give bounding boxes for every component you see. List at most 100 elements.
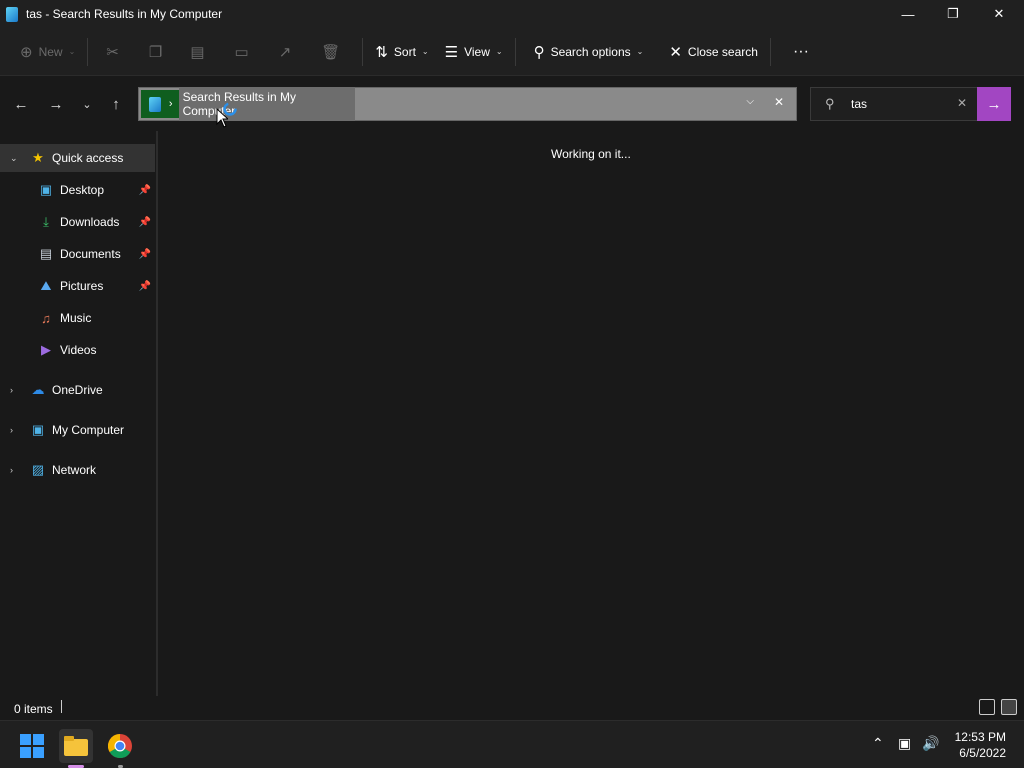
sidebar-item-label: Documents — [60, 247, 121, 261]
sidebar-item-desktop[interactable]: ▣ Desktop 📌 — [0, 176, 155, 204]
sort-button[interactable]: ⇅ Sort ⌄ — [367, 36, 436, 68]
document-icon: ▤ — [39, 246, 53, 261]
scissors-icon: ✂ — [106, 43, 119, 61]
system-clock[interactable]: 12:53 PM 6/5/2022 — [955, 729, 1006, 761]
command-bar: ⊕ New ⌄ ✂ ❐ ▤ ▭ ↗ 🗑 ⇅ Sort ⌄ ☰ View ⌄ ⚲ … — [0, 28, 1024, 76]
details-view-icon[interactable] — [979, 699, 995, 715]
network-status-icon[interactable]: ▣ — [898, 735, 911, 752]
sidebar-item-pictures[interactable]: ⛰ Pictures 📌 — [0, 272, 155, 300]
sidebar-item-my-computer[interactable]: › ▣ My Computer — [0, 416, 155, 444]
loading-message: Working on it... — [551, 147, 631, 161]
download-icon: ⤓ — [43, 214, 49, 229]
chevron-right-icon: › — [168, 98, 173, 110]
close-search-button[interactable]: ✕ Close search — [661, 36, 766, 68]
sidebar-item-quick-access[interactable]: ⌄ ★ Quick access — [0, 144, 155, 172]
chevron-down-icon[interactable]: ⌄ — [10, 153, 18, 164]
clipboard-icon: ▤ — [190, 43, 205, 61]
sidebar-item-label: Downloads — [60, 215, 120, 229]
window-title: tas - Search Results in My Computer — [26, 7, 223, 21]
breadcrumb[interactable]: › Search Results in My Computer — [141, 87, 355, 121]
navigation-pane: ⌄ ★ Quick access ▣ Desktop 📌 ⤓ Downloads… — [0, 131, 158, 696]
busy-spinner-icon — [223, 102, 237, 116]
sidebar-item-label: Videos — [60, 343, 97, 357]
chrome-icon — [108, 734, 132, 758]
folder-icon — [64, 736, 88, 756]
chevron-right-icon[interactable]: › — [10, 385, 13, 395]
clock-time: 12:53 PM — [954, 730, 1006, 744]
volume-icon[interactable]: 🔊 — [922, 735, 939, 752]
sidebar-item-label: Network — [52, 463, 97, 477]
minimize-button[interactable]: — — [885, 0, 931, 28]
file-explorer-taskbar-button[interactable] — [59, 729, 93, 763]
view-button[interactable]: ☰ View ⌄ — [437, 36, 511, 68]
sidebar-item-videos[interactable]: ▶ Videos — [0, 336, 155, 364]
copy-button[interactable]: ❐ — [139, 36, 178, 68]
close-icon: ✕ — [669, 43, 682, 61]
pin-icon: 📌 — [138, 280, 151, 292]
forward-arrow-icon[interactable]: → — [44, 92, 68, 116]
search-input[interactable]: tas — [851, 97, 867, 111]
sidebar-item-label: My Computer — [52, 423, 125, 437]
item-count: 0 items — [14, 702, 53, 716]
chrome-taskbar-button[interactable] — [103, 729, 137, 763]
video-icon: ▶ — [41, 342, 51, 357]
up-arrow-icon[interactable]: ↑ — [104, 92, 128, 116]
back-arrow-icon[interactable]: ← — [9, 92, 33, 116]
file-list-pane[interactable] — [160, 131, 1024, 696]
chevron-down-icon: ⌄ — [68, 47, 76, 56]
divider — [87, 37, 89, 66]
chevron-right-icon[interactable]: › — [10, 425, 13, 435]
new-label: New — [38, 44, 63, 59]
breadcrumb-path[interactable]: Search Results in My Computer — [178, 87, 355, 121]
rename-button[interactable]: ▭ — [223, 36, 267, 68]
share-button[interactable]: ↗ — [267, 36, 310, 68]
title-bar: tas - Search Results in My Computer — [0, 0, 1024, 28]
address-clear-icon[interactable]: ✕ — [774, 95, 784, 109]
computer-icon: ▣ — [31, 422, 45, 437]
location-icon — [149, 96, 161, 112]
status-bar: 0 items — [0, 696, 1024, 720]
pictures-icon: ⛰ — [40, 278, 52, 293]
divider — [769, 37, 771, 66]
close-button[interactable]: ✕ — [976, 0, 1022, 28]
sidebar-item-label: OneDrive — [52, 383, 103, 397]
maximize-button[interactable]: ❐ — [930, 0, 976, 28]
chevron-down-icon: ⌄ — [421, 47, 429, 56]
star-icon: ★ — [32, 150, 44, 165]
cloud-icon: ☁ — [31, 382, 45, 397]
chevron-down-icon: ⌄ — [495, 47, 503, 56]
search-box[interactable]: ⚲ tas ✕ — [810, 87, 978, 121]
more-options-button[interactable]: ··· — [785, 36, 817, 68]
sidebar-item-label: Music — [60, 311, 92, 325]
sidebar-item-onedrive[interactable]: › ☁ OneDrive — [0, 376, 155, 404]
trash-icon: 🗑 — [321, 43, 341, 61]
search-go-button[interactable]: → — [977, 87, 1011, 121]
search-options-button[interactable]: ⚲ Search options ⌄ — [526, 36, 652, 68]
tray-overflow-chevron-icon[interactable]: ⌃ — [872, 735, 884, 752]
rename-icon: ▭ — [234, 43, 249, 61]
sidebar-item-music[interactable]: ♫ Music — [0, 304, 155, 332]
view-list-icon: ☰ — [444, 43, 459, 61]
taskbar: ⌃ ▣ 🔊 12:53 PM 6/5/2022 — [0, 720, 1024, 768]
search-icon: ⚲ — [825, 96, 835, 111]
new-button[interactable]: ⊕ New ⌄ — [12, 36, 83, 68]
windows-logo-icon — [20, 734, 44, 758]
clock-date: 6/5/2022 — [959, 746, 1006, 760]
tiles-view-icon[interactable] — [1001, 699, 1017, 715]
search-options-icon: ⚲ — [533, 43, 545, 61]
cut-button[interactable]: ✂ — [92, 36, 139, 68]
start-button[interactable] — [15, 729, 49, 763]
delete-button[interactable]: 🗑 — [309, 36, 358, 68]
sidebar-item-label: Pictures — [60, 279, 104, 293]
divider — [61, 700, 62, 713]
search-clear-icon[interactable]: ✕ — [957, 96, 967, 110]
music-icon: ♫ — [41, 310, 51, 326]
sidebar-item-network[interactable]: › ▨ Network — [0, 456, 155, 484]
sidebar-item-documents[interactable]: ▤ Documents 📌 — [0, 240, 155, 268]
paste-button[interactable]: ▤ — [178, 36, 222, 68]
sidebar-item-downloads[interactable]: ⤓ Downloads 📌 — [0, 208, 155, 236]
address-history-chevron-icon[interactable]: ⌵ — [746, 96, 754, 107]
recent-locations-chevron-icon[interactable]: ⌄ — [75, 92, 99, 116]
chevron-down-icon: ⌄ — [636, 47, 644, 56]
chevron-right-icon[interactable]: › — [10, 465, 13, 475]
